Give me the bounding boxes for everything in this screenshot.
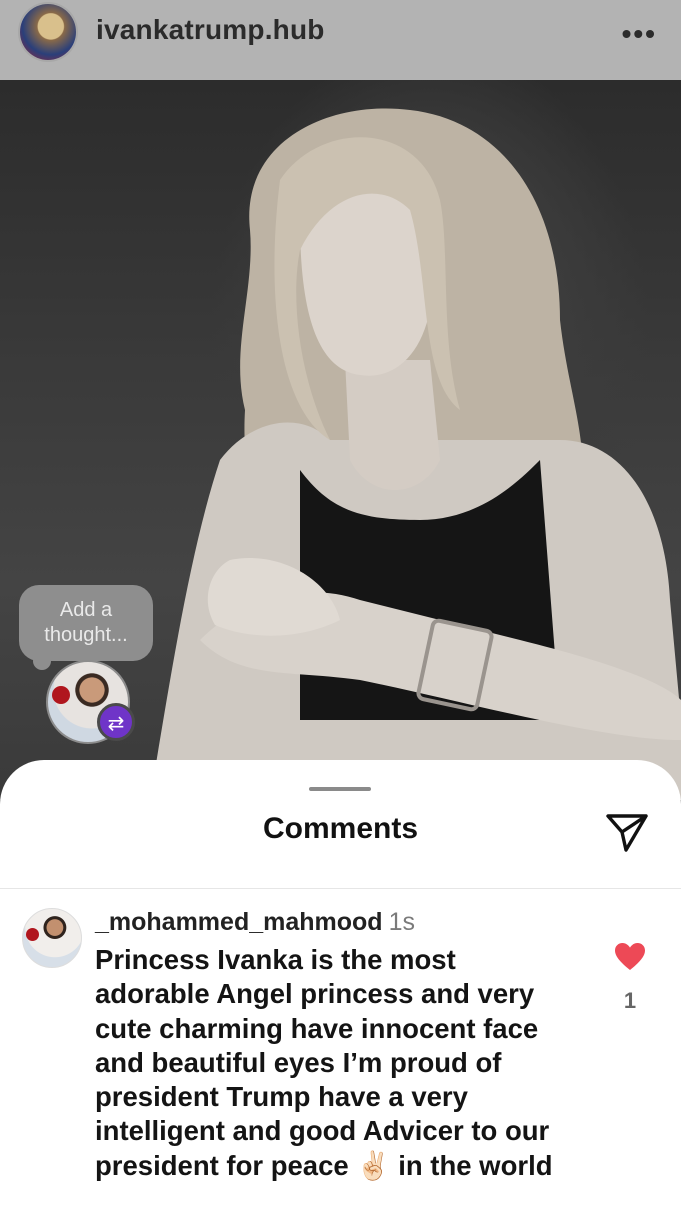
comment-header: _mohammed_mahmood 1s — [95, 908, 415, 937]
comment-line: Princess Ivanka is the most — [95, 944, 456, 975]
comment-text: Princess Ivanka is the most adorable Ang… — [95, 943, 600, 1183]
thought-prompt-line2: thought... — [44, 624, 128, 646]
heart-icon[interactable] — [614, 942, 646, 972]
more-horizontal-icon[interactable]: ••• — [622, 18, 657, 50]
repost-icon[interactable]: ⇄ — [97, 703, 135, 741]
comment-line: president Trump have a very — [95, 1081, 468, 1113]
rose-image — [26, 928, 39, 941]
thought-prompt-line1: Add a — [59, 599, 113, 621]
thought-bubble-tail — [33, 652, 51, 670]
account-avatar[interactable] — [20, 4, 76, 60]
like-count: 1 — [623, 988, 637, 1013]
send-icon[interactable] — [604, 810, 650, 854]
sheet-divider — [0, 888, 681, 889]
comment-line: president for peace ✌🏻 in the world — [95, 1149, 553, 1181]
comment-line: cute charming have innocent face — [95, 1012, 539, 1044]
sheet-grabber[interactable] — [309, 787, 371, 791]
post-photo[interactable]: Add a thought... ⇄ — [0, 80, 681, 800]
comment-line: intelligent and good Advicer to our — [95, 1115, 550, 1147]
commenter-username[interactable]: _mohammed_mahmood — [95, 908, 383, 936]
comments-sheet: Comments _mohammed_mahmood 1s Princess Iv… — [0, 760, 681, 1220]
account-username[interactable]: ivankatrump.hub — [96, 14, 325, 46]
post-header: ivankatrump.hub ••• — [0, 0, 681, 80]
add-thought-bubble[interactable]: Add a thought... — [19, 585, 153, 661]
rose-image — [52, 686, 70, 704]
sheet-title: Comments — [262, 812, 419, 845]
comment-line: and beautiful eyes I’m proud of — [95, 1046, 502, 1078]
comment-timestamp: 1s — [388, 908, 415, 936]
comment-line: adorable Angel princess and very — [95, 978, 535, 1010]
commenter-avatar[interactable] — [22, 908, 82, 968]
